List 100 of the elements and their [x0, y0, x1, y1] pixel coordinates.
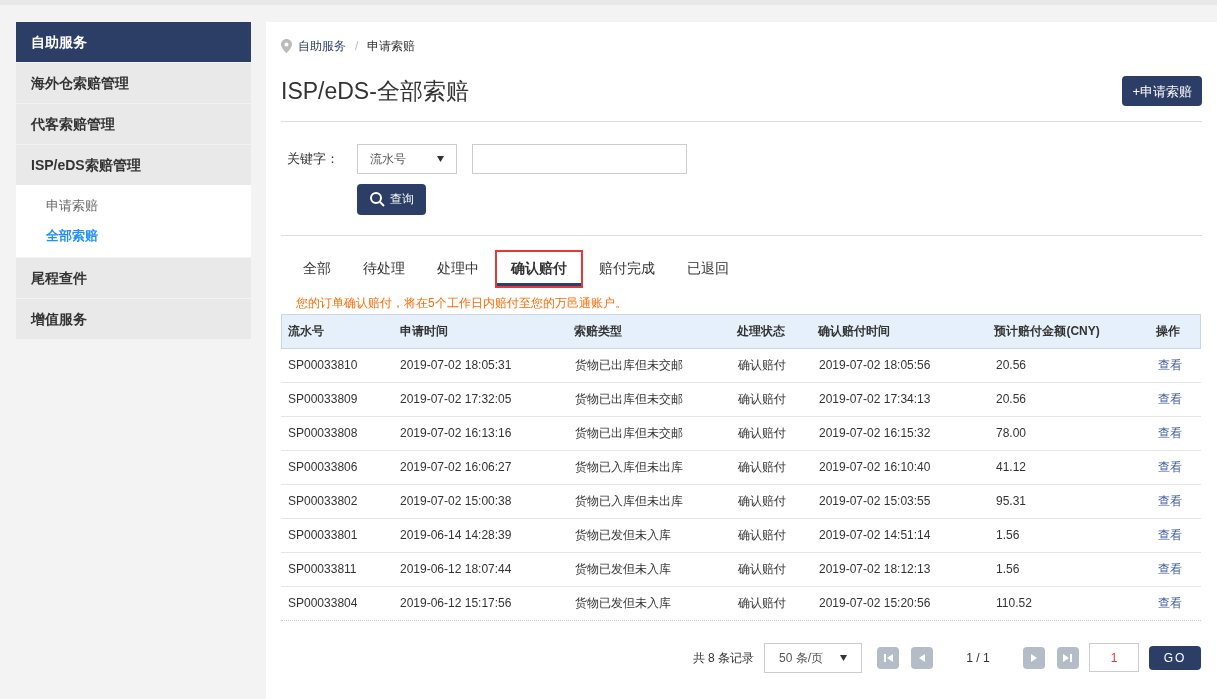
keyword-input[interactable] [472, 143, 687, 174]
table-cell-text: 确认赔付 [737, 561, 787, 578]
table-cell-text: 货物已发但未入库 [574, 595, 672, 612]
dropdown-caret-icon [840, 654, 847, 661]
table-cell-text: 2019-07-02 16:06:27 [399, 459, 513, 476]
column-header: 操作 [1155, 323, 1182, 340]
table-cell-text: 2019-07-02 18:05:31 [399, 357, 513, 374]
view-link[interactable]: 查看 [1151, 492, 1201, 510]
view-link[interactable]: 查看 [1151, 356, 1201, 374]
table-cell-text: 确认赔付 [737, 357, 787, 374]
view-link[interactable]: 查看 [1151, 594, 1201, 612]
table-cell-text: 确认赔付 [737, 493, 787, 510]
table-cell-text: 确认赔付 [737, 595, 787, 612]
status-tab[interactable]: 待处理 [347, 249, 421, 288]
table-cell-text: 2019-07-02 16:15:32 [818, 425, 932, 442]
table-cell-text: 2019-06-12 15:17:56 [399, 595, 513, 612]
table-cell-text: SP00033810 [287, 357, 359, 374]
breadcrumb-separator: / [354, 38, 360, 55]
status-tab[interactable]: 赔付完成 [583, 249, 671, 288]
search-icon [369, 191, 385, 207]
table-cell-text: 货物已出库但未交邮 [574, 391, 684, 408]
status-tab[interactable]: 全部 [287, 249, 347, 288]
status-tab[interactable]: 处理中 [421, 249, 495, 288]
notice-text: 您的订单确认赔付，将在5个工作日内赔付至您的万邑通账户。 [295, 294, 628, 312]
view-link[interactable]: 查看 [1151, 526, 1201, 544]
table-cell-text: 货物已入库但未出库 [574, 493, 684, 510]
page-input[interactable]: 1 [1089, 643, 1139, 672]
first-page-button[interactable] [877, 646, 899, 669]
table-cell-text: 2019-06-14 14:28:39 [399, 527, 513, 544]
table-cell-text: 确认赔付 [737, 425, 787, 442]
table-cell-text: 20.56 [995, 391, 1028, 408]
page-indicator: 1 / 1 [965, 649, 991, 667]
table-cell-text: 95.31 [995, 493, 1028, 510]
table-cell-text: 2019-07-02 18:12:13 [818, 561, 932, 578]
last-page-button[interactable] [1057, 646, 1079, 669]
table-cell-text: 2019-07-02 18:05:56 [818, 357, 932, 374]
table-cell-text: 2019-07-02 15:20:56 [818, 595, 932, 612]
table-cell-text: 货物已出库但未交邮 [574, 425, 684, 442]
dropdown-caret-icon [437, 155, 444, 162]
table-cell-text: 110.52 [995, 595, 1033, 612]
sidebar-subitem[interactable]: 申请索赔 [16, 191, 251, 221]
sidebar-item[interactable]: 尾程查件 [16, 258, 251, 298]
view-link[interactable]: 查看 [1151, 424, 1201, 442]
view-link[interactable]: 查看 [1151, 458, 1201, 476]
keyword-select[interactable]: 流水号 [357, 143, 457, 174]
sidebar-item[interactable]: 增值服务 [16, 299, 251, 339]
sidebar-item[interactable]: 代客索赔管理 [16, 104, 251, 144]
table-cell-text: 2019-07-02 16:10:40 [818, 459, 932, 476]
sidebar-item[interactable]: 自助服务 [16, 22, 251, 62]
status-tab[interactable]: 确认赔付 [495, 249, 583, 288]
column-header: 确认赔付时间 [816, 323, 891, 340]
table-cell-text: 2019-06-12 18:07:44 [399, 561, 513, 578]
location-pin-icon [281, 39, 292, 53]
breadcrumb-link[interactable]: 自助服务 [298, 37, 346, 55]
table-cell-text: 确认赔付 [737, 459, 787, 476]
table-cell-text: 78.00 [995, 425, 1028, 442]
go-button[interactable]: GO [1149, 645, 1201, 670]
search-button[interactable]: 查询 [357, 183, 426, 215]
status-tab[interactable]: 已退回 [671, 249, 745, 288]
table-cell-text: 确认赔付 [737, 527, 787, 544]
new-claim-button[interactable]: +申请索赔 [1122, 76, 1202, 107]
column-header: 预计赔付金额(CNY) [993, 323, 1101, 340]
table-cell-text: SP00033801 [287, 527, 359, 544]
table-cell-text: 货物已入库但未出库 [574, 459, 684, 476]
table-cell-text: 1.56 [995, 561, 1021, 578]
table-cell-text: 2019-07-02 15:00:38 [399, 493, 513, 510]
keyword-label: 关键字： [287, 149, 340, 168]
column-header: 处理状态 [736, 323, 786, 340]
sidebar-item[interactable]: 海外仓索赔管理 [16, 63, 251, 103]
table-cell-text: 2019-07-02 17:32:05 [399, 391, 513, 408]
sidebar-item[interactable]: ISP/eDS索赔管理 [16, 145, 251, 185]
table-cell-text: SP00033802 [287, 493, 359, 510]
view-link[interactable]: 查看 [1151, 390, 1201, 408]
table-cell-text: 确认赔付 [737, 391, 787, 408]
table-cell-text: 2019-07-02 16:13:16 [399, 425, 513, 442]
table-cell-text: 2019-07-02 14:51:14 [818, 527, 932, 544]
page-title: ISP/eDS-全部索赔 [281, 77, 469, 106]
record-count: 共 8 条记录 [692, 649, 754, 667]
page-size-select[interactable]: 50 条/页 [764, 642, 862, 673]
view-link[interactable]: 查看 [1151, 560, 1201, 578]
table-cell-text: 2019-07-02 15:03:55 [818, 493, 932, 510]
table-cell-text: SP00033806 [287, 459, 359, 476]
column-header: 流水号 [287, 323, 325, 340]
table-cell-text: 货物已出库但未交邮 [574, 357, 684, 374]
column-header: 申请时间 [398, 323, 449, 340]
table-cell-text: 20.56 [995, 357, 1028, 374]
skip-arrow-icon [1062, 651, 1074, 664]
table-cell-text: 2019-07-02 17:34:13 [818, 391, 932, 408]
table-cell-text: SP00033808 [287, 425, 359, 442]
table-cell-text: 货物已发但未入库 [574, 561, 672, 578]
table-cell-text: SP00033804 [287, 595, 359, 612]
table-cell-text: 1.56 [995, 527, 1021, 544]
next-page-button[interactable] [1023, 646, 1045, 669]
breadcrumb-current: 申请索赔 [367, 38, 416, 55]
prev-page-button[interactable] [911, 646, 933, 669]
column-header: 索赔类型 [573, 323, 624, 340]
skip-arrow-icon [882, 651, 894, 664]
table-cell-text: SP00033809 [287, 391, 359, 408]
table-cell-text: 货物已发但未入库 [574, 527, 672, 544]
table-cell-text: SP00033811 [287, 561, 358, 578]
